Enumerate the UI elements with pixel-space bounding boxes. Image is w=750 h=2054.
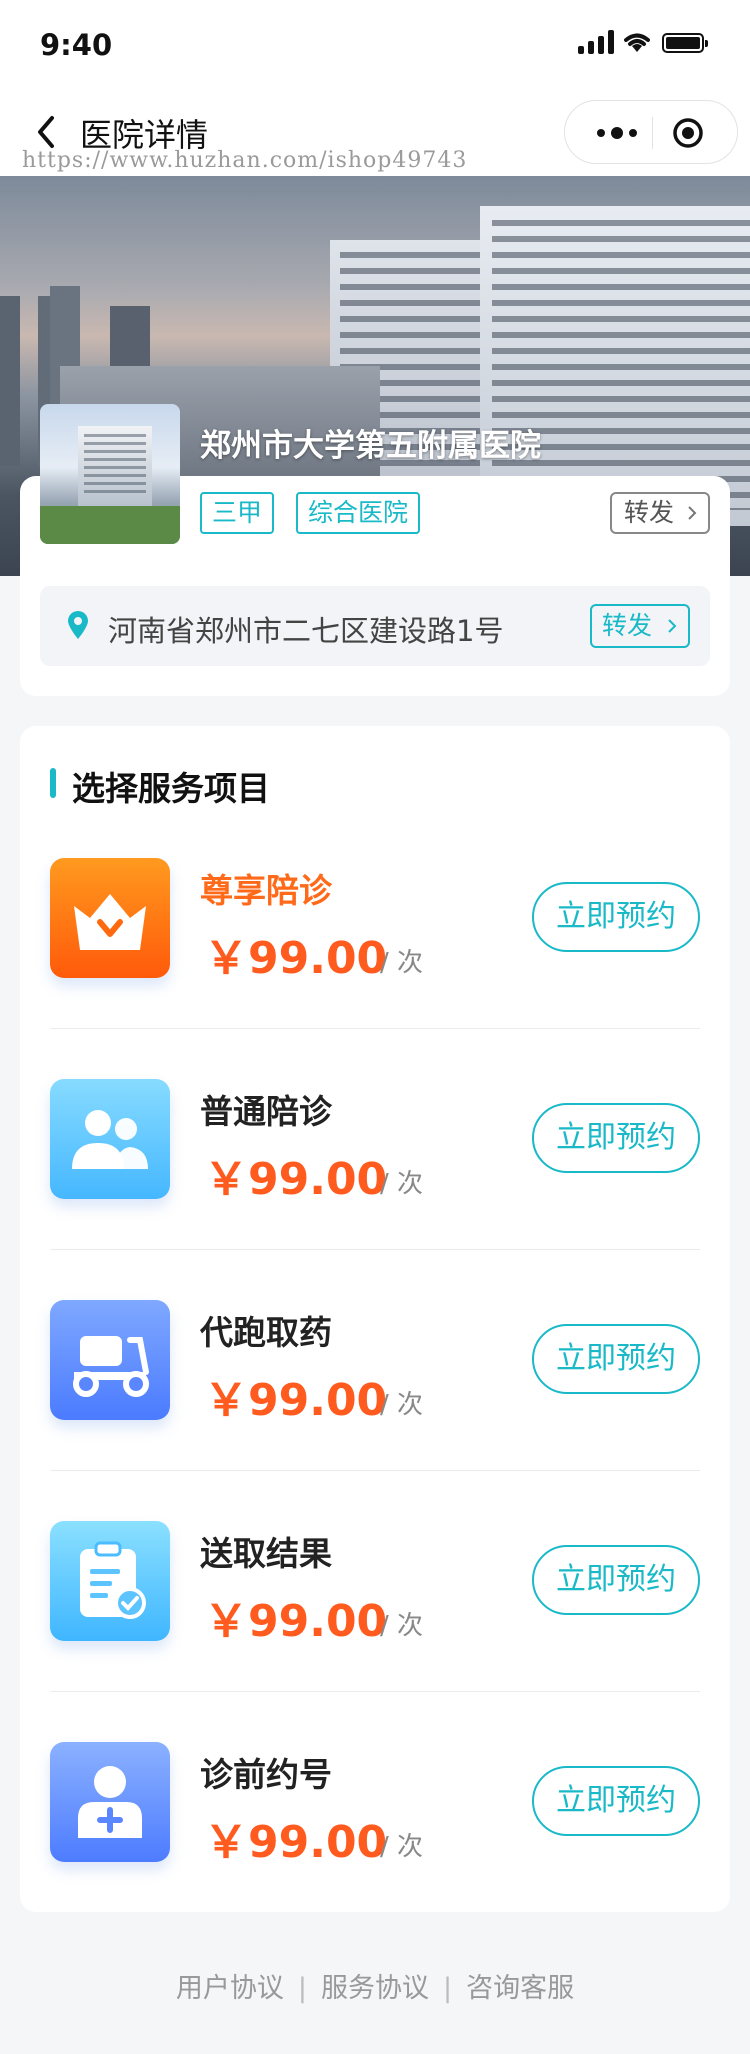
hospital-address: 河南省郑州市二七区建设路1号 [108, 614, 504, 648]
mini-program-capsule [564, 100, 738, 164]
service-item-regular: 普通陪诊 ￥99.00 / 次 立即预约 [50, 1079, 700, 1299]
service-unit: / 次 [380, 948, 424, 978]
service-price: ￥99.00 [204, 1375, 388, 1426]
chevron-right-icon [688, 506, 697, 520]
address-bar[interactable]: 河南省郑州市二七区建设路1号 转发 [40, 586, 710, 666]
book-now-button[interactable]: 立即预约 [532, 1103, 700, 1173]
service-unit: / 次 [380, 1390, 424, 1420]
back-arrow-icon[interactable] [32, 112, 62, 152]
service-name: 代跑取药 [200, 1313, 332, 1352]
service-item-medicine: 代跑取药 ￥99.00 / 次 立即预约 [50, 1300, 700, 1520]
service-unit: / 次 [380, 1832, 424, 1862]
doctor-icon [50, 1742, 170, 1862]
status-bar: 9:40 [0, 0, 750, 88]
hospital-tag-type: 综合医院 [296, 492, 421, 534]
service-name: 诊前约号 [200, 1755, 332, 1794]
section-title: 选择服务项目 [72, 769, 270, 808]
address-forward-label: 转发 [602, 611, 653, 640]
crown-icon [50, 858, 170, 978]
watermark-text: https://www.huzhan.com/ishop49743 [22, 148, 468, 173]
service-unit: / 次 [380, 1169, 424, 1199]
footer-links: 用户协议 | 服务协议 | 咨询客服 [0, 1966, 750, 2005]
service-name: 普通陪诊 [200, 1092, 332, 1131]
book-now-button[interactable]: 立即预约 [532, 1766, 700, 1836]
footer-link-service-agreement[interactable]: 服务协议 [309, 1973, 441, 2004]
clipboard-check-icon [50, 1521, 170, 1641]
location-pin-icon [68, 611, 88, 639]
section-title-accent [50, 768, 56, 798]
book-now-button[interactable]: 立即预约 [532, 882, 700, 952]
service-unit: / 次 [380, 1611, 424, 1641]
scooter-icon [50, 1300, 170, 1420]
book-now-button[interactable]: 立即预约 [532, 1324, 700, 1394]
share-label: 转发 [624, 498, 675, 527]
service-item-vip: 尊享陪诊 ￥99.00 / 次 立即预约 [50, 858, 700, 1078]
hospital-name: 郑州市大学第五附属医院 [200, 428, 541, 464]
close-target-icon[interactable] [672, 117, 704, 149]
capsule-divider [652, 117, 653, 149]
service-price: ￥99.00 [204, 1154, 388, 1205]
book-now-button[interactable]: 立即预约 [532, 1545, 700, 1615]
service-price: ￥99.00 [204, 1817, 388, 1868]
battery-icon [662, 33, 708, 53]
hospital-tag-level: 三甲 [200, 492, 275, 534]
hospital-thumbnail [40, 404, 180, 544]
address-forward-button[interactable]: 转发 [590, 604, 690, 648]
service-item-registration: 诊前约号 ￥99.00 / 次 立即预约 [50, 1742, 700, 1962]
divider [50, 1028, 700, 1029]
divider [50, 1691, 700, 1692]
service-item-results: 送取结果 ￥99.00 / 次 立即预约 [50, 1521, 700, 1741]
service-name: 送取结果 [200, 1534, 332, 1573]
status-time: 9:40 [40, 28, 113, 62]
footer-link-customer-service[interactable]: 咨询客服 [454, 1973, 586, 2004]
service-price: ￥99.00 [204, 933, 388, 984]
wifi-icon [624, 33, 650, 52]
divider [50, 1249, 700, 1250]
chevron-right-icon [668, 619, 677, 633]
signal-icon [578, 30, 616, 54]
footer-link-user-agreement[interactable]: 用户协议 [164, 1973, 296, 2004]
footer-separator: | [443, 1973, 453, 2004]
share-button[interactable]: 转发 [610, 492, 710, 534]
service-price: ￥99.00 [204, 1596, 388, 1647]
divider [50, 1470, 700, 1471]
footer-separator: | [297, 1973, 307, 2004]
service-name: 尊享陪诊 [200, 871, 332, 910]
more-icon[interactable] [587, 117, 647, 149]
people-icon [50, 1079, 170, 1199]
